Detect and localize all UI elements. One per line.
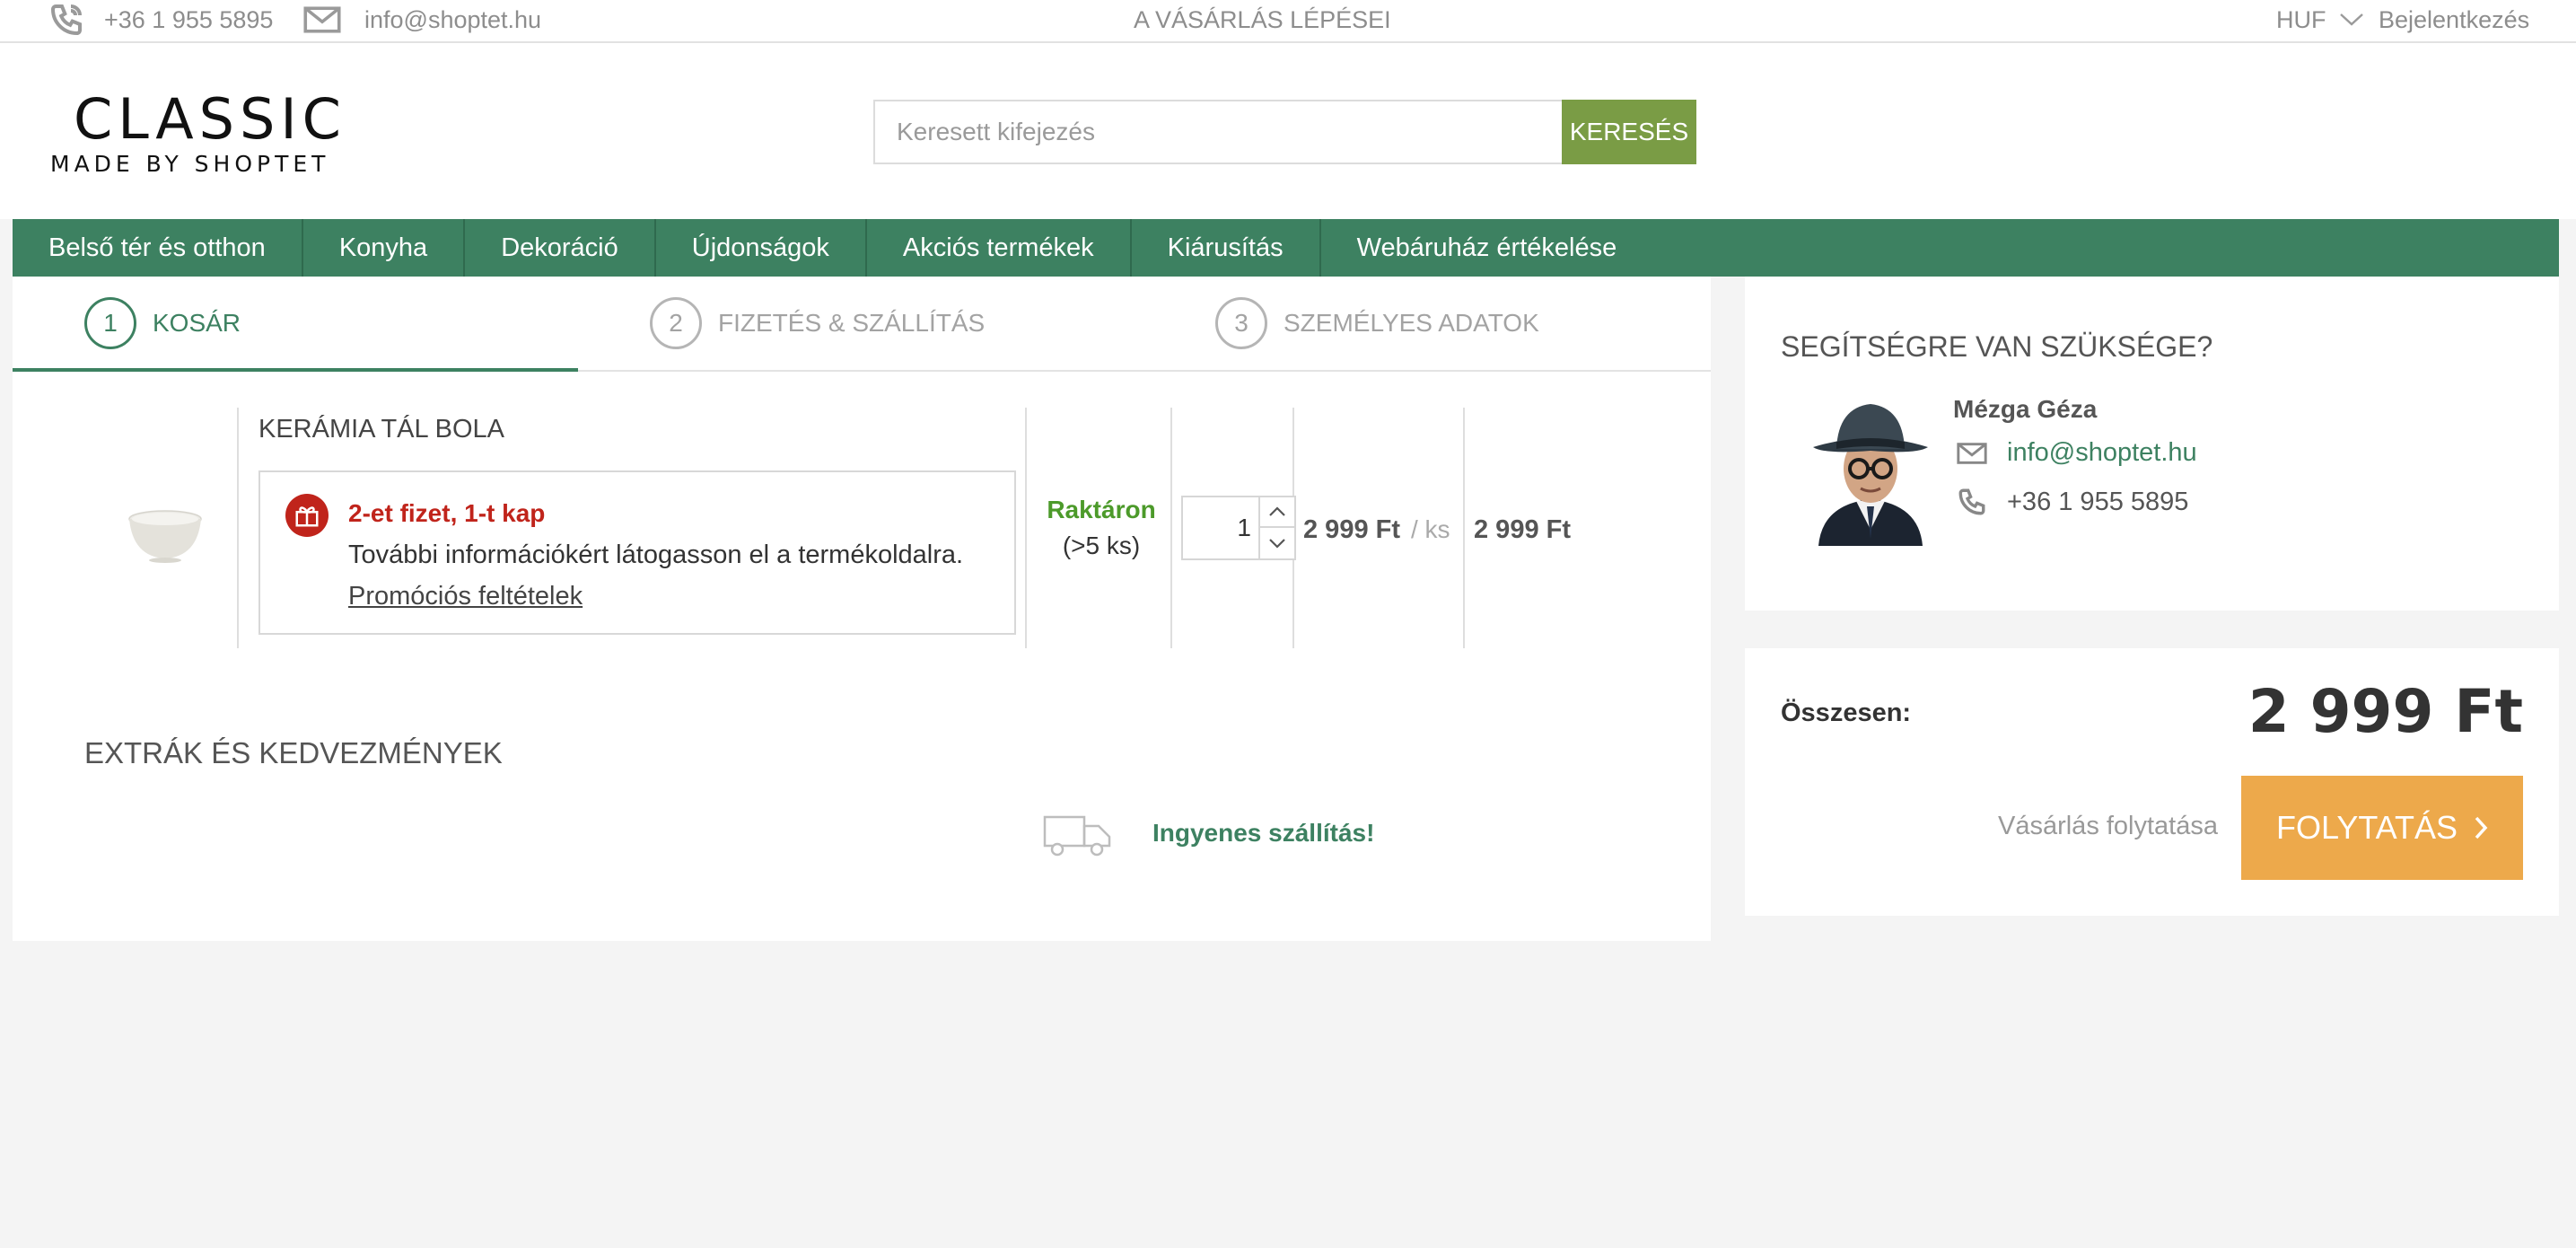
promo-box: 2-et fizet, 1-t kap További információké…	[258, 470, 1016, 635]
product-image[interactable]	[120, 487, 210, 576]
top-bar: +36 1 955 5895 info@shoptet.hu A VÁSÁRLÁ…	[0, 0, 2576, 43]
quantity-stepper	[1181, 496, 1296, 560]
help-panel: SEGÍTSÉGRE VAN SZÜKSÉGE? Mézga Géza info…	[1745, 277, 2559, 611]
step-number: 2	[650, 297, 702, 349]
nav-item-kitchen[interactable]: Konyha	[303, 219, 466, 277]
truck-icon	[1043, 815, 1111, 857]
nav-item-clearance[interactable]: Kiárusítás	[1132, 219, 1321, 277]
agent-email[interactable]: info@shoptet.hu	[1957, 438, 2197, 468]
main-nav: Belső tér és otthon Konyha Dekoráció Újd…	[13, 219, 2559, 277]
agent-phone-text: +36 1 955 5895	[2007, 487, 2189, 516]
step-number: 3	[1215, 297, 1267, 349]
mail-icon	[303, 6, 341, 33]
currency-selector[interactable]: HUF	[2276, 0, 2364, 40]
quantity-decrease-button[interactable]	[1258, 528, 1294, 558]
agent-email-text: info@shoptet.hu	[2007, 438, 2197, 467]
checkout-steps: 1 KOSÁR 2 FIZETÉS & SZÁLLÍTÁS 3 SZEMÉLYE…	[13, 277, 1711, 372]
login-link[interactable]: Bejelentkezés	[2379, 0, 2529, 40]
column-divider	[1025, 408, 1027, 648]
column-divider	[1463, 408, 1465, 648]
promo-title: 2-et fizet, 1-t kap	[348, 499, 546, 527]
search-input[interactable]	[873, 100, 1562, 164]
order-summary: Összesen: 2 999 Ft Vásárlás folytatása F…	[1745, 648, 2559, 916]
step-payment-shipping[interactable]: 2 FIZETÉS & SZÁLLÍTÁS	[650, 296, 985, 350]
nav-item-new[interactable]: Újdonságok	[656, 219, 867, 277]
agent-phone[interactable]: +36 1 955 5895	[1957, 487, 2188, 517]
stock-amount: (>5 ks)	[1062, 532, 1141, 559]
chevron-down-icon	[1269, 539, 1285, 549]
column-divider	[237, 408, 239, 648]
stock-info: Raktáron (>5 ks)	[1029, 496, 1174, 560]
topbar-phone-text: +36 1 955 5895	[104, 5, 274, 33]
step-personal-data[interactable]: 3 SZEMÉLYES ADATOK	[1215, 296, 1539, 350]
step-label: SZEMÉLYES ADATOK	[1284, 309, 1539, 337]
nav-item-decoration[interactable]: Dekoráció	[465, 219, 656, 277]
logo-main[interactable]: CLASSIC	[74, 86, 346, 152]
topbar-phone[interactable]: +36 1 955 5895	[48, 0, 273, 40]
nav-item-sale-products[interactable]: Akciós termékek	[867, 219, 1132, 277]
topbar-email[interactable]: info@shoptet.hu	[303, 0, 541, 40]
steps-link[interactable]: A VÁSÁRLÁS LÉPÉSEI	[1134, 0, 1391, 40]
phone-icon	[50, 4, 82, 36]
mail-icon	[1957, 442, 1987, 464]
topbar-email-text: info@shoptet.hu	[364, 5, 542, 33]
currency-label: HUF	[2276, 5, 2326, 33]
unit-price: 2 999 Ft	[1303, 515, 1400, 544]
total-label: Összesen:	[1781, 699, 1912, 727]
line-total-price: 2 999 Ft	[1474, 515, 1571, 544]
agent-name: Mézga Géza	[1953, 395, 2098, 423]
agent-avatar	[1801, 395, 1941, 546]
continue-shopping-link[interactable]: Vásárlás folytatása	[1998, 812, 2218, 841]
step-label: KOSÁR	[153, 309, 241, 337]
cart-panel: 1 KOSÁR 2 FIZETÉS & SZÁLLÍTÁS 3 SZEMÉLYE…	[13, 277, 1711, 941]
quantity-input[interactable]	[1183, 497, 1258, 558]
quantity-increase-button[interactable]	[1258, 497, 1294, 528]
nav-item-reviews[interactable]: Webáruház értékelése	[1321, 219, 1653, 277]
total-value: 2 999 Ft	[2247, 677, 2523, 746]
step-cart[interactable]: 1 KOSÁR	[84, 296, 241, 350]
gift-icon	[285, 494, 329, 537]
step-number: 1	[84, 297, 136, 349]
continue-button-label: FOLYTATÁS	[2275, 809, 2458, 846]
chevron-right-icon	[2475, 816, 2488, 839]
product-name[interactable]: KERÁMIA TÁL BOLA	[258, 415, 504, 444]
header: CLASSIC MADE BY SHOPTET KERESÉS	[0, 43, 2576, 219]
continue-button[interactable]: FOLYTATÁS	[2241, 776, 2523, 880]
free-shipping-text: Ingyenes szállítás!	[1152, 819, 1375, 847]
phone-icon	[1958, 488, 1985, 515]
help-title: SEGÍTSÉGRE VAN SZÜKSÉGE?	[1781, 330, 2213, 363]
promo-text: További információkért látogasson el a t…	[348, 541, 964, 569]
promo-terms-link[interactable]: Promóciós feltételek	[348, 582, 583, 611]
search-button[interactable]: KERESÉS	[1562, 100, 1696, 164]
nav-item-interior[interactable]: Belső tér és otthon	[13, 219, 303, 277]
per-unit-label: / ks	[1411, 515, 1450, 543]
extras-title: EXTRÁK ÉS KEDVEZMÉNYEK	[84, 736, 503, 769]
logo-sub[interactable]: MADE BY SHOPTET	[50, 151, 329, 177]
chevron-up-icon	[1269, 506, 1285, 516]
active-step-underline	[13, 368, 578, 372]
step-label: FIZETÉS & SZÁLLÍTÁS	[718, 309, 986, 337]
chevron-down-icon	[2339, 13, 2363, 26]
stock-status: Raktáron	[1047, 496, 1156, 523]
